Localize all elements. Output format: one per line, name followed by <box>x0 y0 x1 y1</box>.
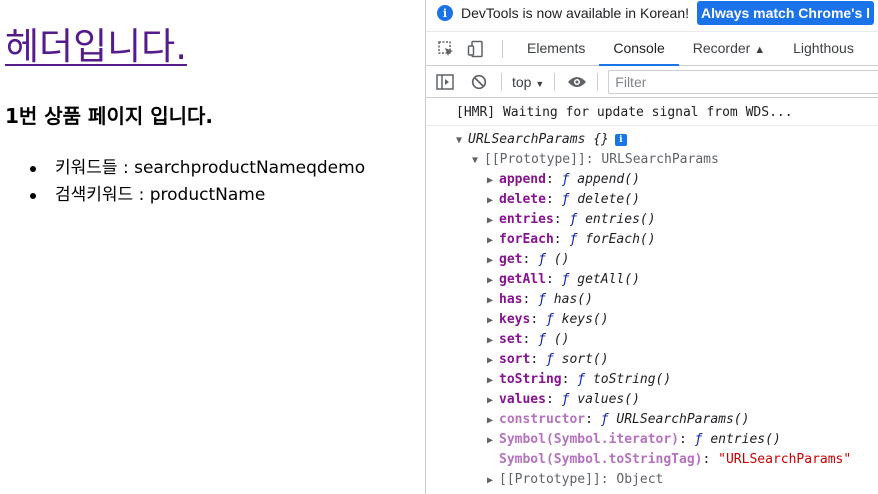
collapsed-triangle-icon: ▶ <box>487 175 494 186</box>
method-row-set[interactable]: ▶ set: ƒ () <box>487 330 569 350</box>
page-heading: 헤더입니다. <box>5 22 187 72</box>
device-toolbar-icon[interactable] <box>466 39 486 59</box>
console-output: [HMR] Waiting for update signal from WDS… <box>426 98 878 494</box>
console-toolbar: top ▼ Filter <box>426 66 878 98</box>
toolbar-divider <box>554 72 556 91</box>
tostringtag-row: Symbol(Symbol.toStringTag): "URLSearchPa… <box>499 452 852 467</box>
sidebar-toggle-icon[interactable] <box>435 72 455 92</box>
language-infobar: i DevTools is now available in Korean! A… <box>426 0 878 26</box>
object-root[interactable]: ▼ URLSearchParams {} i <box>456 130 627 150</box>
method-row-has[interactable]: ▶ has: ƒ has() <box>487 290 593 310</box>
bullet-icon <box>30 166 36 172</box>
method-row-constructor[interactable]: ▶ constructor: ƒ URLSearchParams() <box>487 410 749 430</box>
tab-console[interactable]: Console <box>599 32 680 66</box>
infobar-text: DevTools is now available in Korean! <box>461 5 690 21</box>
message-divider <box>426 125 878 126</box>
collapsed-triangle-icon: ▶ <box>487 295 494 306</box>
info-icon: i <box>437 5 453 21</box>
list-item: 검색키워드 : productName <box>30 182 365 209</box>
method-row-entries[interactable]: ▶ entries: ƒ entries() <box>487 210 656 230</box>
method-row-keys[interactable]: ▶ keys: ƒ keys() <box>487 310 609 330</box>
collapsed-triangle-icon: ▶ <box>487 355 494 366</box>
method-row-get[interactable]: ▶ get: ƒ () <box>487 250 569 270</box>
method-row-getall[interactable]: ▶ getAll: ƒ getAll() <box>487 270 640 290</box>
collapsed-triangle-icon: ▶ <box>487 255 494 266</box>
clear-console-icon[interactable] <box>469 72 489 92</box>
info-icon[interactable]: i <box>614 133 627 146</box>
flask-icon: ▲ <box>754 44 766 56</box>
bullet-icon <box>30 193 36 199</box>
page-subheading: 1번 상품 페이지 입니다. <box>5 104 214 128</box>
collapsed-triangle-icon: ▶ <box>487 475 494 486</box>
web-page: 헤더입니다. 1번 상품 페이지 입니다. 키워드들 : searchprodu… <box>0 0 425 494</box>
collapsed-triangle-icon: ▶ <box>487 435 494 446</box>
method-row-values[interactable]: ▶ values: ƒ values() <box>487 390 640 410</box>
eye-icon[interactable] <box>567 72 587 92</box>
method-row-tostring[interactable]: ▶ toString: ƒ toString() <box>487 370 671 390</box>
devtools-tabbar: Elements Console Recorder ▲ Lighthous <box>426 31 878 66</box>
collapsed-triangle-icon: ▶ <box>487 315 494 326</box>
heading-link[interactable]: 헤더입니다. <box>5 25 187 68</box>
method-row-symbol-iterator[interactable]: ▶ Symbol(Symbol.iterator): ƒ entries() <box>487 430 781 450</box>
toolbar-divider <box>502 39 503 58</box>
method-row-foreach[interactable]: ▶ forEach: ƒ forEach() <box>487 230 656 250</box>
collapsed-triangle-icon: ▶ <box>487 415 494 426</box>
toolbar-divider <box>597 72 599 91</box>
inspect-element-icon[interactable] <box>436 39 456 59</box>
dropdown-arrow-icon: ▼ <box>535 78 545 89</box>
collapsed-triangle-icon: ▶ <box>487 275 494 286</box>
expanded-triangle-icon: ▼ <box>456 135 463 146</box>
collapsed-triangle-icon: ▶ <box>487 235 494 246</box>
tab-elements[interactable]: Elements <box>513 32 599 65</box>
list-item: 키워드들 : searchproductNameqdemo <box>30 155 365 182</box>
tab-recorder[interactable]: Recorder ▲ <box>679 32 779 65</box>
collapsed-triangle-icon: ▶ <box>487 375 494 386</box>
collapsed-triangle-icon: ▶ <box>487 195 494 206</box>
filter-input[interactable]: Filter <box>608 69 878 94</box>
keyword-list: 키워드들 : searchproductNameqdemo 검색키워드 : pr… <box>30 155 365 209</box>
always-match-button[interactable]: Always match Chrome's l <box>697 1 875 25</box>
devtools-panel: i DevTools is now available in Korean! A… <box>425 0 878 494</box>
context-label: top <box>512 73 532 90</box>
console-message: [HMR] Waiting for update signal from WDS… <box>456 105 793 120</box>
expanded-triangle-icon: ▼ <box>472 155 479 166</box>
tab-recorder-label: Recorder <box>692 40 751 56</box>
inner-prototype-row[interactable]: ▶ [[Prototype]]: Object <box>487 470 663 490</box>
context-selector[interactable]: top ▼ <box>512 74 544 90</box>
method-row-sort[interactable]: ▶ sort: ƒ sort() <box>487 350 609 370</box>
prototype-row[interactable]: ▼ [[Prototype]]: URLSearchParams <box>472 150 719 170</box>
collapsed-triangle-icon: ▶ <box>487 395 494 406</box>
tab-lighthouse[interactable]: Lighthous <box>779 32 868 65</box>
toolbar-divider <box>501 72 502 91</box>
collapsed-triangle-icon: ▶ <box>487 215 494 226</box>
method-row-append[interactable]: ▶ append: ƒ append() <box>487 170 640 190</box>
collapsed-triangle-icon: ▶ <box>487 335 494 346</box>
method-row-delete[interactable]: ▶ delete: ƒ delete() <box>487 190 640 210</box>
